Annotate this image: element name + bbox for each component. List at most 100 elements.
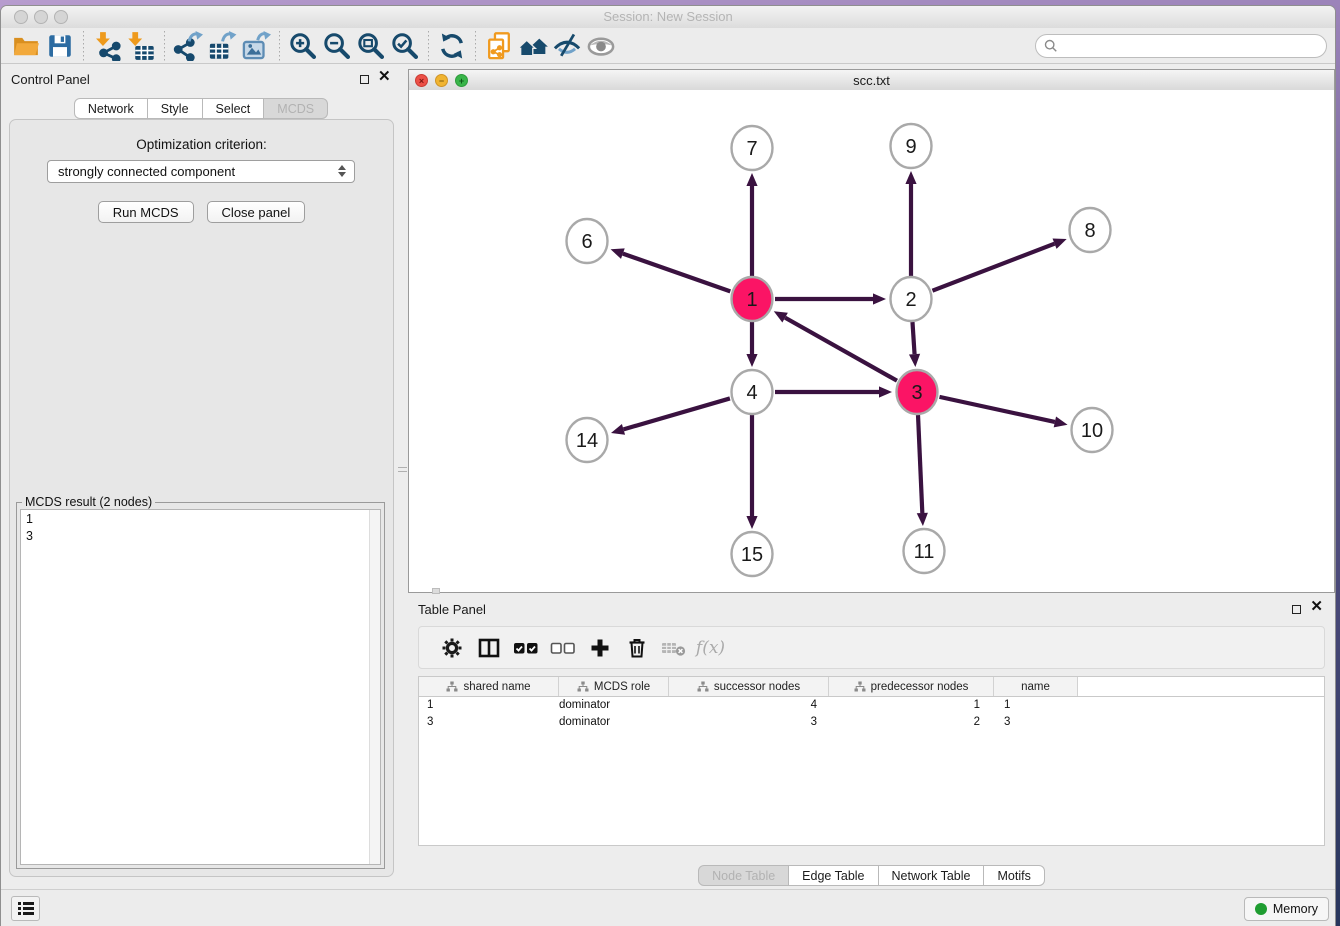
graph-edge-3-10[interactable] <box>939 397 1054 422</box>
graph-arrow-3-11 <box>917 513 928 526</box>
zoom-selected-icon[interactable] <box>388 30 422 62</box>
cell-name[interactable]: 3 <box>994 714 1078 731</box>
tab-mcds[interactable]: MCDS <box>264 98 328 119</box>
result-scrollbar[interactable] <box>369 510 380 864</box>
tab-edge-table[interactable]: Edge Table <box>789 865 878 886</box>
tab-style[interactable]: Style <box>148 98 203 119</box>
gear-icon[interactable] <box>433 637 470 659</box>
home-view-icon[interactable] <box>516 30 550 62</box>
graph-node-label-7: 7 <box>746 138 757 160</box>
toolbar-separator <box>83 31 84 61</box>
add-column-icon[interactable] <box>581 637 618 659</box>
table-panel-float-icon[interactable] <box>1292 605 1301 614</box>
tab-select[interactable]: Select <box>203 98 265 119</box>
close-panel-button[interactable]: Close panel <box>207 201 306 223</box>
graph-node-label-8: 8 <box>1084 220 1095 242</box>
mcds-result-line: 1 <box>21 510 380 527</box>
vertical-splitter[interactable] <box>397 69 408 881</box>
graph-edge-2-8[interactable] <box>932 244 1054 291</box>
cell-predecessor-nodes[interactable]: 2 <box>829 714 994 731</box>
graph-edge-1-6[interactable] <box>623 254 730 292</box>
mcds-result-textarea[interactable]: 1 3 <box>20 509 381 865</box>
graph-edge-3-11[interactable] <box>918 415 922 513</box>
graph-arrow-2-3 <box>909 354 920 367</box>
graph-node-label-10: 10 <box>1081 420 1103 442</box>
column-type-icon <box>446 681 458 692</box>
import-network-icon[interactable] <box>90 30 124 62</box>
mcds-result-label: MCDS result (2 nodes) <box>22 495 155 509</box>
import-table-icon[interactable] <box>124 30 158 62</box>
tab-node-table[interactable]: Node Table <box>698 865 789 886</box>
export-image-icon[interactable] <box>239 30 273 62</box>
tab-network[interactable]: Network <box>74 98 148 119</box>
cell-successor-nodes[interactable]: 3 <box>669 714 829 731</box>
memory-button[interactable]: Memory <box>1244 897 1329 921</box>
table-panel-close-icon[interactable]: ✕ <box>1310 602 1323 612</box>
checked-checkboxes-icon[interactable] <box>507 639 544 657</box>
cell-predecessor-nodes[interactable]: 1 <box>829 697 994 714</box>
cell-name[interactable]: 1 <box>994 697 1078 714</box>
show-all-icon[interactable] <box>584 30 618 62</box>
column-header-shared-name[interactable]: shared name <box>419 677 559 696</box>
delete-column-icon[interactable] <box>618 637 655 659</box>
zoom-out-icon[interactable] <box>320 30 354 62</box>
cell-shared-name[interactable]: 1 <box>419 697 559 714</box>
network-canvas[interactable]: 7968124314101511 <box>409 90 1334 592</box>
export-table-icon[interactable] <box>205 30 239 62</box>
table-toolbar: f(x) <box>418 626 1325 669</box>
table-row[interactable]: 3 dominator 3 2 3 <box>419 714 1324 731</box>
column-header-mcds-role[interactable]: MCDS role <box>559 677 669 696</box>
export-network-icon[interactable] <box>171 30 205 62</box>
graph-edge-3-1[interactable] <box>785 318 897 381</box>
optimization-criterion-value: strongly connected component <box>58 164 235 179</box>
task-history-button[interactable] <box>11 896 40 921</box>
table-panel-tabs: Node Table Edge Table Network Table Moti… <box>408 865 1335 886</box>
graph-node-label-14: 14 <box>576 430 598 452</box>
zoom-fit-icon[interactable] <box>354 30 388 62</box>
node-table: shared name MCDS role successor nodes pr… <box>418 676 1325 846</box>
mcds-panel: Optimization criterion: strongly connect… <box>9 119 394 877</box>
application-window: Session: New Session <box>0 5 1336 926</box>
graph-node-label-15: 15 <box>741 544 763 566</box>
unchecked-checkboxes-icon[interactable] <box>544 639 581 657</box>
table-header-row: shared name MCDS role successor nodes pr… <box>419 677 1324 697</box>
column-type-icon <box>577 681 589 692</box>
column-type-icon <box>697 681 709 692</box>
optimization-criterion-select[interactable]: strongly connected component <box>47 160 355 183</box>
column-header-successor-nodes[interactable]: successor nodes <box>669 677 829 696</box>
clone-network-icon[interactable] <box>482 30 516 62</box>
save-session-icon[interactable] <box>43 30 77 62</box>
tab-network-table[interactable]: Network Table <box>879 865 985 886</box>
chevron-up-down-icon <box>336 163 348 180</box>
cell-successor-nodes[interactable]: 4 <box>669 697 829 714</box>
open-session-icon[interactable] <box>9 30 43 62</box>
mcds-result-group: MCDS result (2 nodes) 1 3 <box>16 495 385 869</box>
delete-table-icon[interactable] <box>655 638 692 658</box>
horizontal-splitter-grip[interactable] <box>432 588 440 594</box>
cell-mcds-role[interactable]: dominator <box>559 714 669 731</box>
graph-arrow-4-14 <box>611 424 625 435</box>
hide-selected-icon[interactable] <box>550 30 584 62</box>
table-row[interactable]: 1 dominator 4 1 1 <box>419 697 1324 714</box>
column-header-name[interactable]: name <box>994 677 1078 696</box>
graph-edge-4-14[interactable] <box>623 398 729 429</box>
tab-motifs[interactable]: Motifs <box>984 865 1044 886</box>
graph-edge-2-3[interactable] <box>912 322 914 354</box>
control-panel-close-icon[interactable]: ✕ <box>378 72 391 82</box>
search-input[interactable] <box>1063 38 1318 54</box>
refresh-layout-icon[interactable] <box>435 30 469 62</box>
table-panel: Table Panel ✕ f(x) <box>408 596 1335 889</box>
split-columns-icon[interactable] <box>470 637 507 659</box>
control-panel-float-icon[interactable] <box>360 75 369 84</box>
memory-status-dot <box>1255 903 1267 915</box>
graph-arrow-1-6 <box>611 248 625 259</box>
run-mcds-button[interactable]: Run MCDS <box>98 201 194 223</box>
search-box[interactable] <box>1035 34 1327 58</box>
cell-mcds-role[interactable]: dominator <box>559 697 669 714</box>
graph-arrow-4-15 <box>746 516 757 529</box>
graph-arrow-1-7 <box>746 173 757 186</box>
column-header-predecessor-nodes[interactable]: predecessor nodes <box>829 677 994 696</box>
function-builder-icon[interactable]: f(x) <box>692 638 729 658</box>
zoom-in-icon[interactable] <box>286 30 320 62</box>
cell-shared-name[interactable]: 3 <box>419 714 559 731</box>
